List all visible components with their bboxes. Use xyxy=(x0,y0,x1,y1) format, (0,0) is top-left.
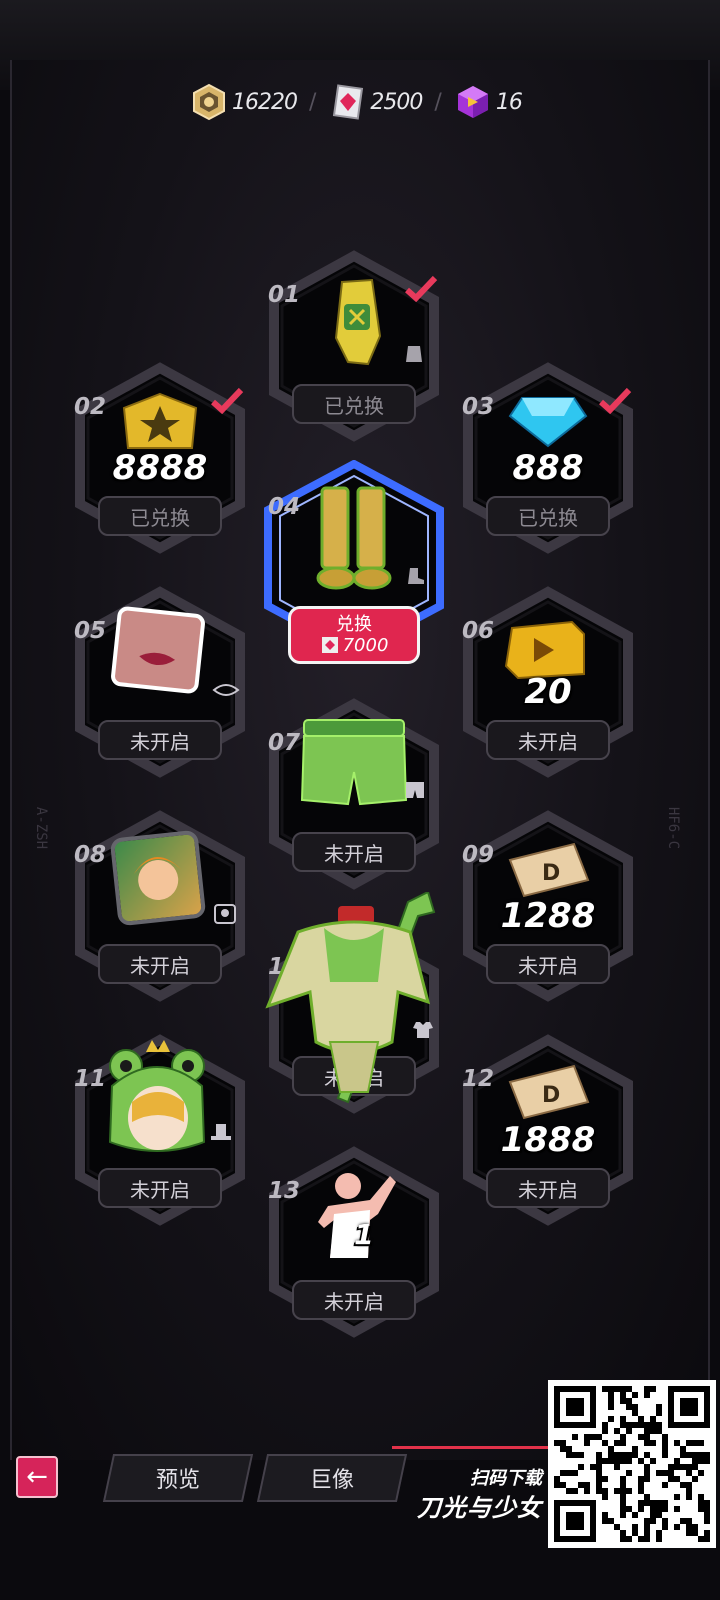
redeem-button[interactable]: 兑换 7000 xyxy=(288,606,420,664)
ticket-icon: D xyxy=(508,842,590,898)
reward-slot-08[interactable]: 08 未开启 xyxy=(62,808,258,1004)
qr-code xyxy=(548,1380,716,1548)
slot-number: 01 xyxy=(268,282,301,308)
slot-number: 02 xyxy=(74,394,107,420)
locked-button[interactable]: 未开启 xyxy=(292,1280,416,1320)
right-side-tag: HF6-C xyxy=(665,806,682,850)
shorts-icon xyxy=(300,719,408,806)
item-count: 1288 xyxy=(500,896,596,936)
back-button[interactable]: ← xyxy=(16,1456,58,1498)
tab-preview[interactable]: 预览 xyxy=(102,1454,254,1502)
scan-download-label: 扫码下载 xyxy=(470,1468,542,1489)
reward-slot-02[interactable]: 02 8888 已兑换 xyxy=(62,360,258,556)
gold-coin-icon xyxy=(122,392,198,449)
reward-slot-06[interactable]: 06 20 未开启 xyxy=(450,584,646,780)
locked-button[interactable]: 未开启 xyxy=(486,720,610,760)
portrait-slot-icon xyxy=(214,904,236,924)
shorts-slot-icon xyxy=(406,782,424,798)
lips-makeup-icon xyxy=(110,605,206,695)
locked-button[interactable]: 未开启 xyxy=(486,944,610,984)
slot-number: 03 xyxy=(462,394,495,420)
redeemed-button[interactable]: 已兑换 xyxy=(98,496,222,536)
pink-diamond-icon xyxy=(321,637,338,653)
item-count: 888 xyxy=(512,448,584,488)
hat-slot-icon xyxy=(211,1124,231,1140)
redeem-label: 兑换 xyxy=(336,613,372,635)
slot-number: 13 xyxy=(268,1178,301,1204)
avatar-frame-icon xyxy=(109,829,207,927)
item-count: 20 xyxy=(524,672,572,712)
video-cube-icon xyxy=(504,620,585,680)
reward-slot-13[interactable]: 13 1 未开启 xyxy=(256,1144,452,1340)
item-count: 1 xyxy=(354,1218,374,1251)
reward-slot-11[interactable]: 11 未开启 xyxy=(62,1032,258,1228)
reward-slot-09[interactable]: 09 D 1288 未开启 xyxy=(450,808,646,1004)
pink-diamond-icon xyxy=(328,83,366,121)
gold-amount: 16220 xyxy=(232,89,298,115)
tab-statue[interactable]: 巨像 xyxy=(256,1454,408,1502)
tab-statue-label: 巨像 xyxy=(309,1468,354,1493)
slot-number: 09 xyxy=(462,842,495,868)
slot-number: 05 xyxy=(74,618,107,644)
locked-button[interactable]: 未开启 xyxy=(98,720,222,760)
brand-title: 刀光与少女 xyxy=(417,1494,542,1522)
reward-slot-05[interactable]: 05 未开启 xyxy=(62,584,258,780)
redeemed-button[interactable]: 已兑换 xyxy=(486,496,610,536)
redeemed-button[interactable]: 已兑换 xyxy=(292,384,416,424)
cost-value: 7000 xyxy=(342,634,389,656)
slot-number: 08 xyxy=(74,842,107,868)
lips-slot-icon xyxy=(212,684,240,696)
currency-diamond: 2500 xyxy=(328,83,423,121)
tab-preview-label: 预览 xyxy=(155,1468,200,1493)
glove-icon xyxy=(334,278,382,366)
gold-coin-icon xyxy=(190,83,228,121)
glove-slot-icon xyxy=(406,346,422,362)
slot-number: 04 xyxy=(268,494,301,520)
ticket-icon: D xyxy=(508,1064,590,1120)
diamond-amount: 2500 xyxy=(370,89,423,115)
brand-banner: 扫码下载 刀光与少女 xyxy=(386,1440,548,1522)
svg-text:D: D xyxy=(542,1083,560,1108)
reward-slot-07[interactable]: 07 未开启 xyxy=(256,696,452,892)
locked-button[interactable]: 未开启 xyxy=(98,1168,222,1208)
frog-hat-icon xyxy=(108,1040,206,1152)
locked-button[interactable]: 未开启 xyxy=(486,1168,610,1208)
reward-slot-10[interactable]: 10 未开启 xyxy=(256,892,452,1116)
boot-slot-icon xyxy=(408,568,424,584)
costume-icon xyxy=(265,892,436,1104)
redeem-cost: 7000 xyxy=(320,634,389,656)
slot-number: 07 xyxy=(268,730,301,756)
purple-cube-icon xyxy=(454,83,492,121)
currency-cube: 16 xyxy=(454,83,523,121)
left-side-tag: A-ZSH xyxy=(33,806,50,850)
svg-text:D: D xyxy=(542,861,560,886)
item-count: 8888 xyxy=(112,448,208,488)
outfit-slot-icon xyxy=(413,1022,433,1038)
cube-amount: 16 xyxy=(495,89,523,115)
check-icon xyxy=(405,275,438,302)
slot-number: 12 xyxy=(462,1066,495,1092)
reward-slot-01[interactable]: 01 已兑换 xyxy=(256,248,452,444)
slot-number: 06 xyxy=(462,618,495,644)
check-icon xyxy=(599,387,632,414)
reward-slot-04-selected[interactable]: 04 兑换 7000 xyxy=(256,460,452,664)
item-count: 1888 xyxy=(500,1120,596,1160)
blue-gem-icon xyxy=(508,397,588,448)
currency-bar: 16220 / 2500 / 16 xyxy=(190,80,523,124)
back-arrow-icon: ← xyxy=(26,1462,48,1492)
reward-slot-12[interactable]: 12 D 1888 未开启 xyxy=(450,1032,646,1228)
reward-slot-03[interactable]: 03 888 已兑换 xyxy=(450,360,646,556)
locked-button[interactable]: 未开启 xyxy=(98,944,222,984)
locked-button[interactable]: 未开启 xyxy=(292,832,416,872)
currency-gold: 16220 xyxy=(190,83,298,121)
check-icon xyxy=(211,387,244,414)
boots-icon xyxy=(316,486,392,590)
